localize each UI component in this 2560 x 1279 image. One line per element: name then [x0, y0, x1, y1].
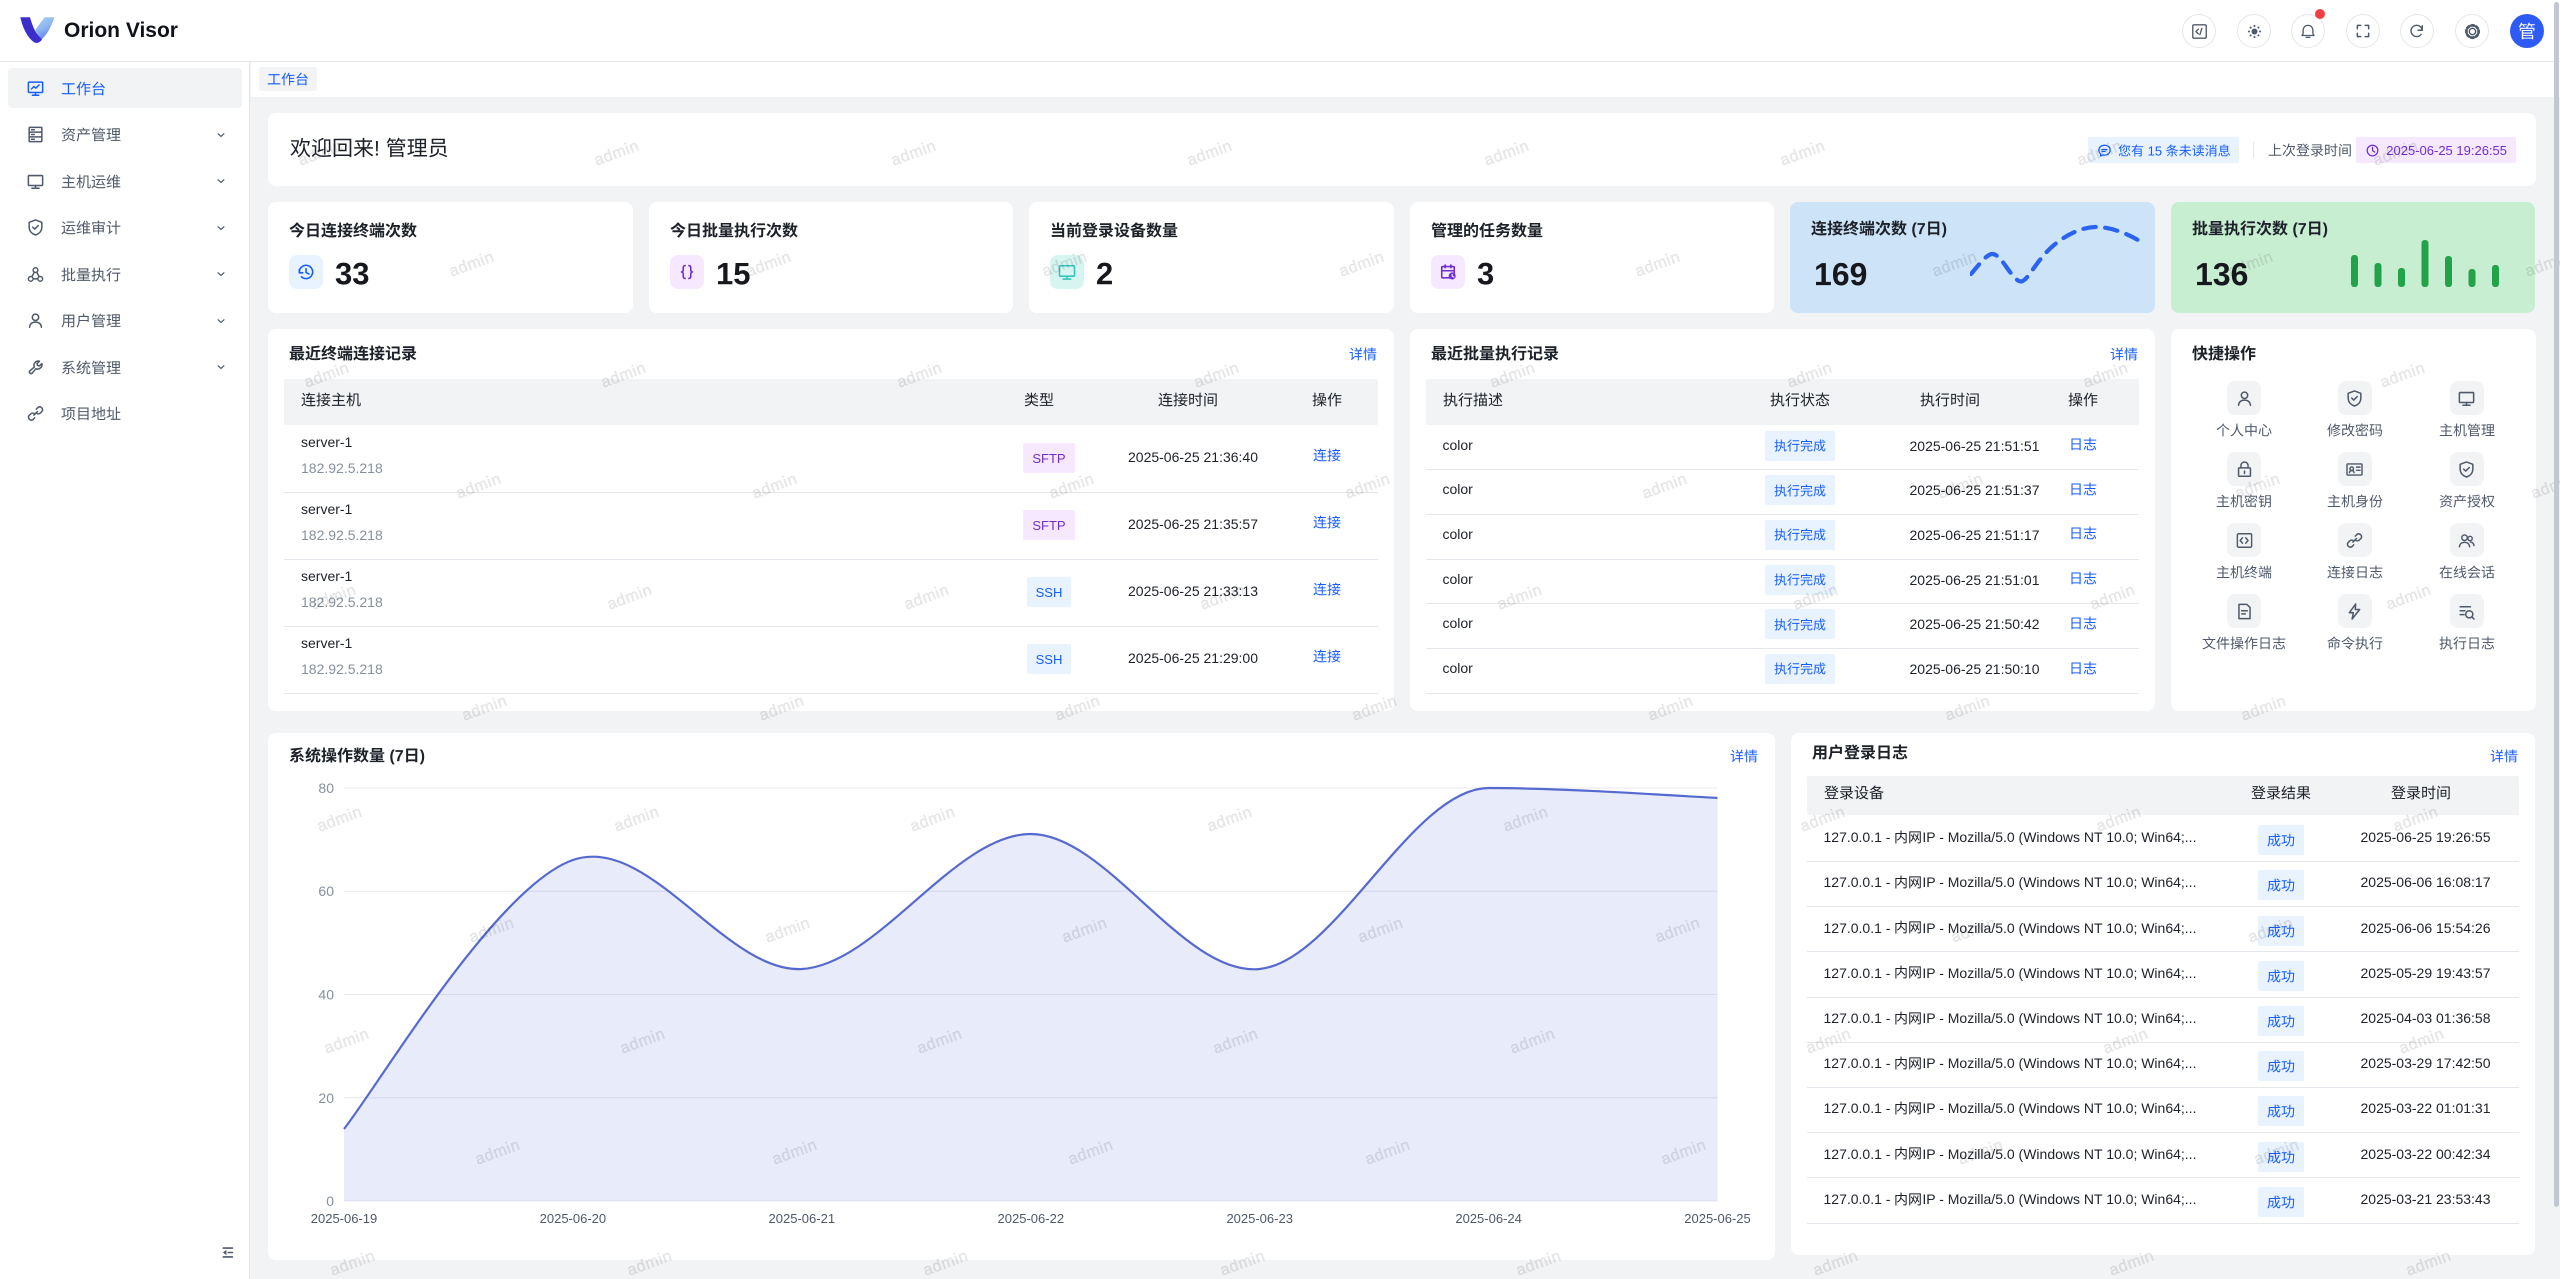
svg-text:2025-06-20: 2025-06-20: [540, 1211, 607, 1226]
svg-text:20: 20: [318, 1090, 334, 1106]
svg-text:80: 80: [318, 780, 334, 796]
svg-text:2025-06-25: 2025-06-25: [1684, 1211, 1751, 1226]
svg-text:60: 60: [318, 883, 334, 899]
svg-text:2025-06-21: 2025-06-21: [769, 1211, 836, 1226]
svg-text:2025-06-23: 2025-06-23: [1226, 1211, 1293, 1226]
svg-text:40: 40: [318, 987, 334, 1003]
svg-text:2025-06-24: 2025-06-24: [1455, 1211, 1522, 1226]
svg-text:0: 0: [326, 1193, 334, 1209]
svg-text:2025-06-19: 2025-06-19: [311, 1211, 378, 1226]
svg-text:2025-06-22: 2025-06-22: [998, 1211, 1065, 1226]
